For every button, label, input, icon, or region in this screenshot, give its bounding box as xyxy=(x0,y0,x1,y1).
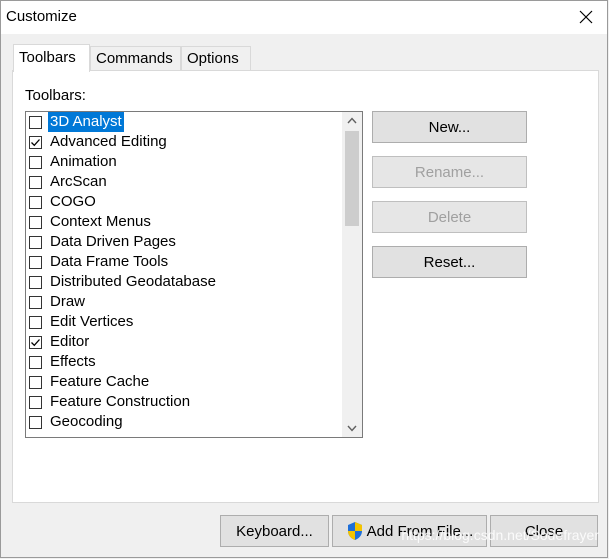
close-window-button[interactable] xyxy=(571,3,601,31)
tab-toolbars[interactable]: Toolbars xyxy=(13,44,90,72)
list-item[interactable]: Distributed Geodatabase xyxy=(26,272,341,292)
checkmark-icon xyxy=(31,138,40,146)
list-item-label: Data Frame Tools xyxy=(50,253,169,270)
list-item-label: Geocoding xyxy=(50,413,123,430)
toolbar-checkbox[interactable] xyxy=(29,215,42,229)
toolbar-checkbox[interactable] xyxy=(29,115,42,129)
toolbar-checkbox[interactable] xyxy=(29,175,42,189)
list-item[interactable]: Context Menus xyxy=(26,212,341,232)
list-item[interactable]: Feature Construction xyxy=(26,392,341,412)
add-from-file-label: Add From File... xyxy=(366,522,474,540)
list-item[interactable]: ArcScan xyxy=(26,172,341,192)
list-item[interactable]: Draw xyxy=(26,292,341,312)
list-item-label: Data Driven Pages xyxy=(50,233,176,250)
add-from-file-button[interactable]: Add From File... xyxy=(332,515,487,547)
list-item[interactable]: Animation xyxy=(26,152,341,172)
chevron-down-icon xyxy=(347,425,357,432)
toolbar-checkbox[interactable] xyxy=(29,335,42,349)
list-item[interactable]: Effects xyxy=(26,352,341,372)
list-item-label: Animation xyxy=(50,153,117,170)
list-item[interactable]: 3D Analyst xyxy=(26,112,341,132)
list-item[interactable]: Advanced Editing xyxy=(26,132,341,152)
list-item-label: Effects xyxy=(50,353,96,370)
list-item-label: 3D Analyst xyxy=(48,112,124,132)
scroll-thumb[interactable] xyxy=(345,131,359,226)
toolbar-checkbox[interactable] xyxy=(29,355,42,369)
chevron-up-icon xyxy=(347,117,357,124)
list-item-label: Editor xyxy=(50,333,90,350)
list-item-label: Feature Construction xyxy=(50,393,191,410)
toolbars-tab-panel: Toolbars: 3D Analyst Advanced Editing Anim… xyxy=(12,70,599,503)
list-item[interactable]: Data Frame Tools xyxy=(26,252,341,272)
delete-button[interactable]: Delete xyxy=(372,201,527,233)
scroll-up-button[interactable] xyxy=(342,112,362,129)
list-item[interactable]: Feature Cache xyxy=(26,372,341,392)
uac-shield-icon xyxy=(347,522,362,540)
toolbar-checkbox[interactable] xyxy=(29,395,42,409)
list-item-label: Distributed Geodatabase xyxy=(50,273,216,290)
toolbars-listbox[interactable]: 3D Analyst Advanced Editing Animation ArcSc… xyxy=(25,111,363,438)
list-item-label: Context Menus xyxy=(50,213,151,230)
tab-options[interactable]: Options xyxy=(181,46,251,70)
list-item-label: Feature Cache xyxy=(50,373,150,390)
toolbars-list-label: Toolbars: xyxy=(25,87,86,104)
close-icon xyxy=(579,10,593,24)
list-item-label: Edit Vertices xyxy=(50,313,134,330)
toolbar-checkbox[interactable] xyxy=(29,155,42,169)
toolbar-checkbox[interactable] xyxy=(29,255,42,269)
list-item-label: Advanced Editing xyxy=(50,133,167,150)
list-item[interactable]: COGO xyxy=(26,192,341,212)
toolbar-checkbox[interactable] xyxy=(29,295,42,309)
rename-button[interactable]: Rename... xyxy=(372,156,527,188)
window-title: Customize xyxy=(6,8,77,25)
list-item-label: Draw xyxy=(50,293,86,310)
list-item-label: COGO xyxy=(50,193,96,210)
customize-dialog: Customize Toolbars Commands Options Tool… xyxy=(0,0,608,558)
toolbar-checkbox[interactable] xyxy=(29,315,42,329)
reset-button[interactable]: Reset... xyxy=(372,246,527,278)
toolbar-checkbox[interactable] xyxy=(29,375,42,389)
keyboard-button[interactable]: Keyboard... xyxy=(220,515,329,547)
vertical-scrollbar[interactable] xyxy=(342,112,362,437)
scroll-down-button[interactable] xyxy=(342,420,362,437)
toolbars-list: 3D Analyst Advanced Editing Animation ArcSc… xyxy=(26,112,341,432)
list-item[interactable]: Editor xyxy=(26,332,341,352)
toolbar-checkbox[interactable] xyxy=(29,135,42,149)
list-item[interactable]: Edit Vertices xyxy=(26,312,341,332)
tab-commands[interactable]: Commands xyxy=(90,46,181,70)
list-item[interactable]: Data Driven Pages xyxy=(26,232,341,252)
title-bar: Customize xyxy=(1,1,607,34)
toolbar-checkbox[interactable] xyxy=(29,235,42,249)
toolbar-checkbox[interactable] xyxy=(29,415,42,429)
list-item-label: ArcScan xyxy=(50,173,107,190)
toolbar-checkbox[interactable] xyxy=(29,195,42,209)
list-item[interactable]: Geocoding xyxy=(26,412,341,432)
checkmark-icon xyxy=(31,338,40,346)
close-button[interactable]: Close xyxy=(490,515,598,547)
toolbar-checkbox[interactable] xyxy=(29,275,42,289)
new-button[interactable]: New... xyxy=(372,111,527,143)
